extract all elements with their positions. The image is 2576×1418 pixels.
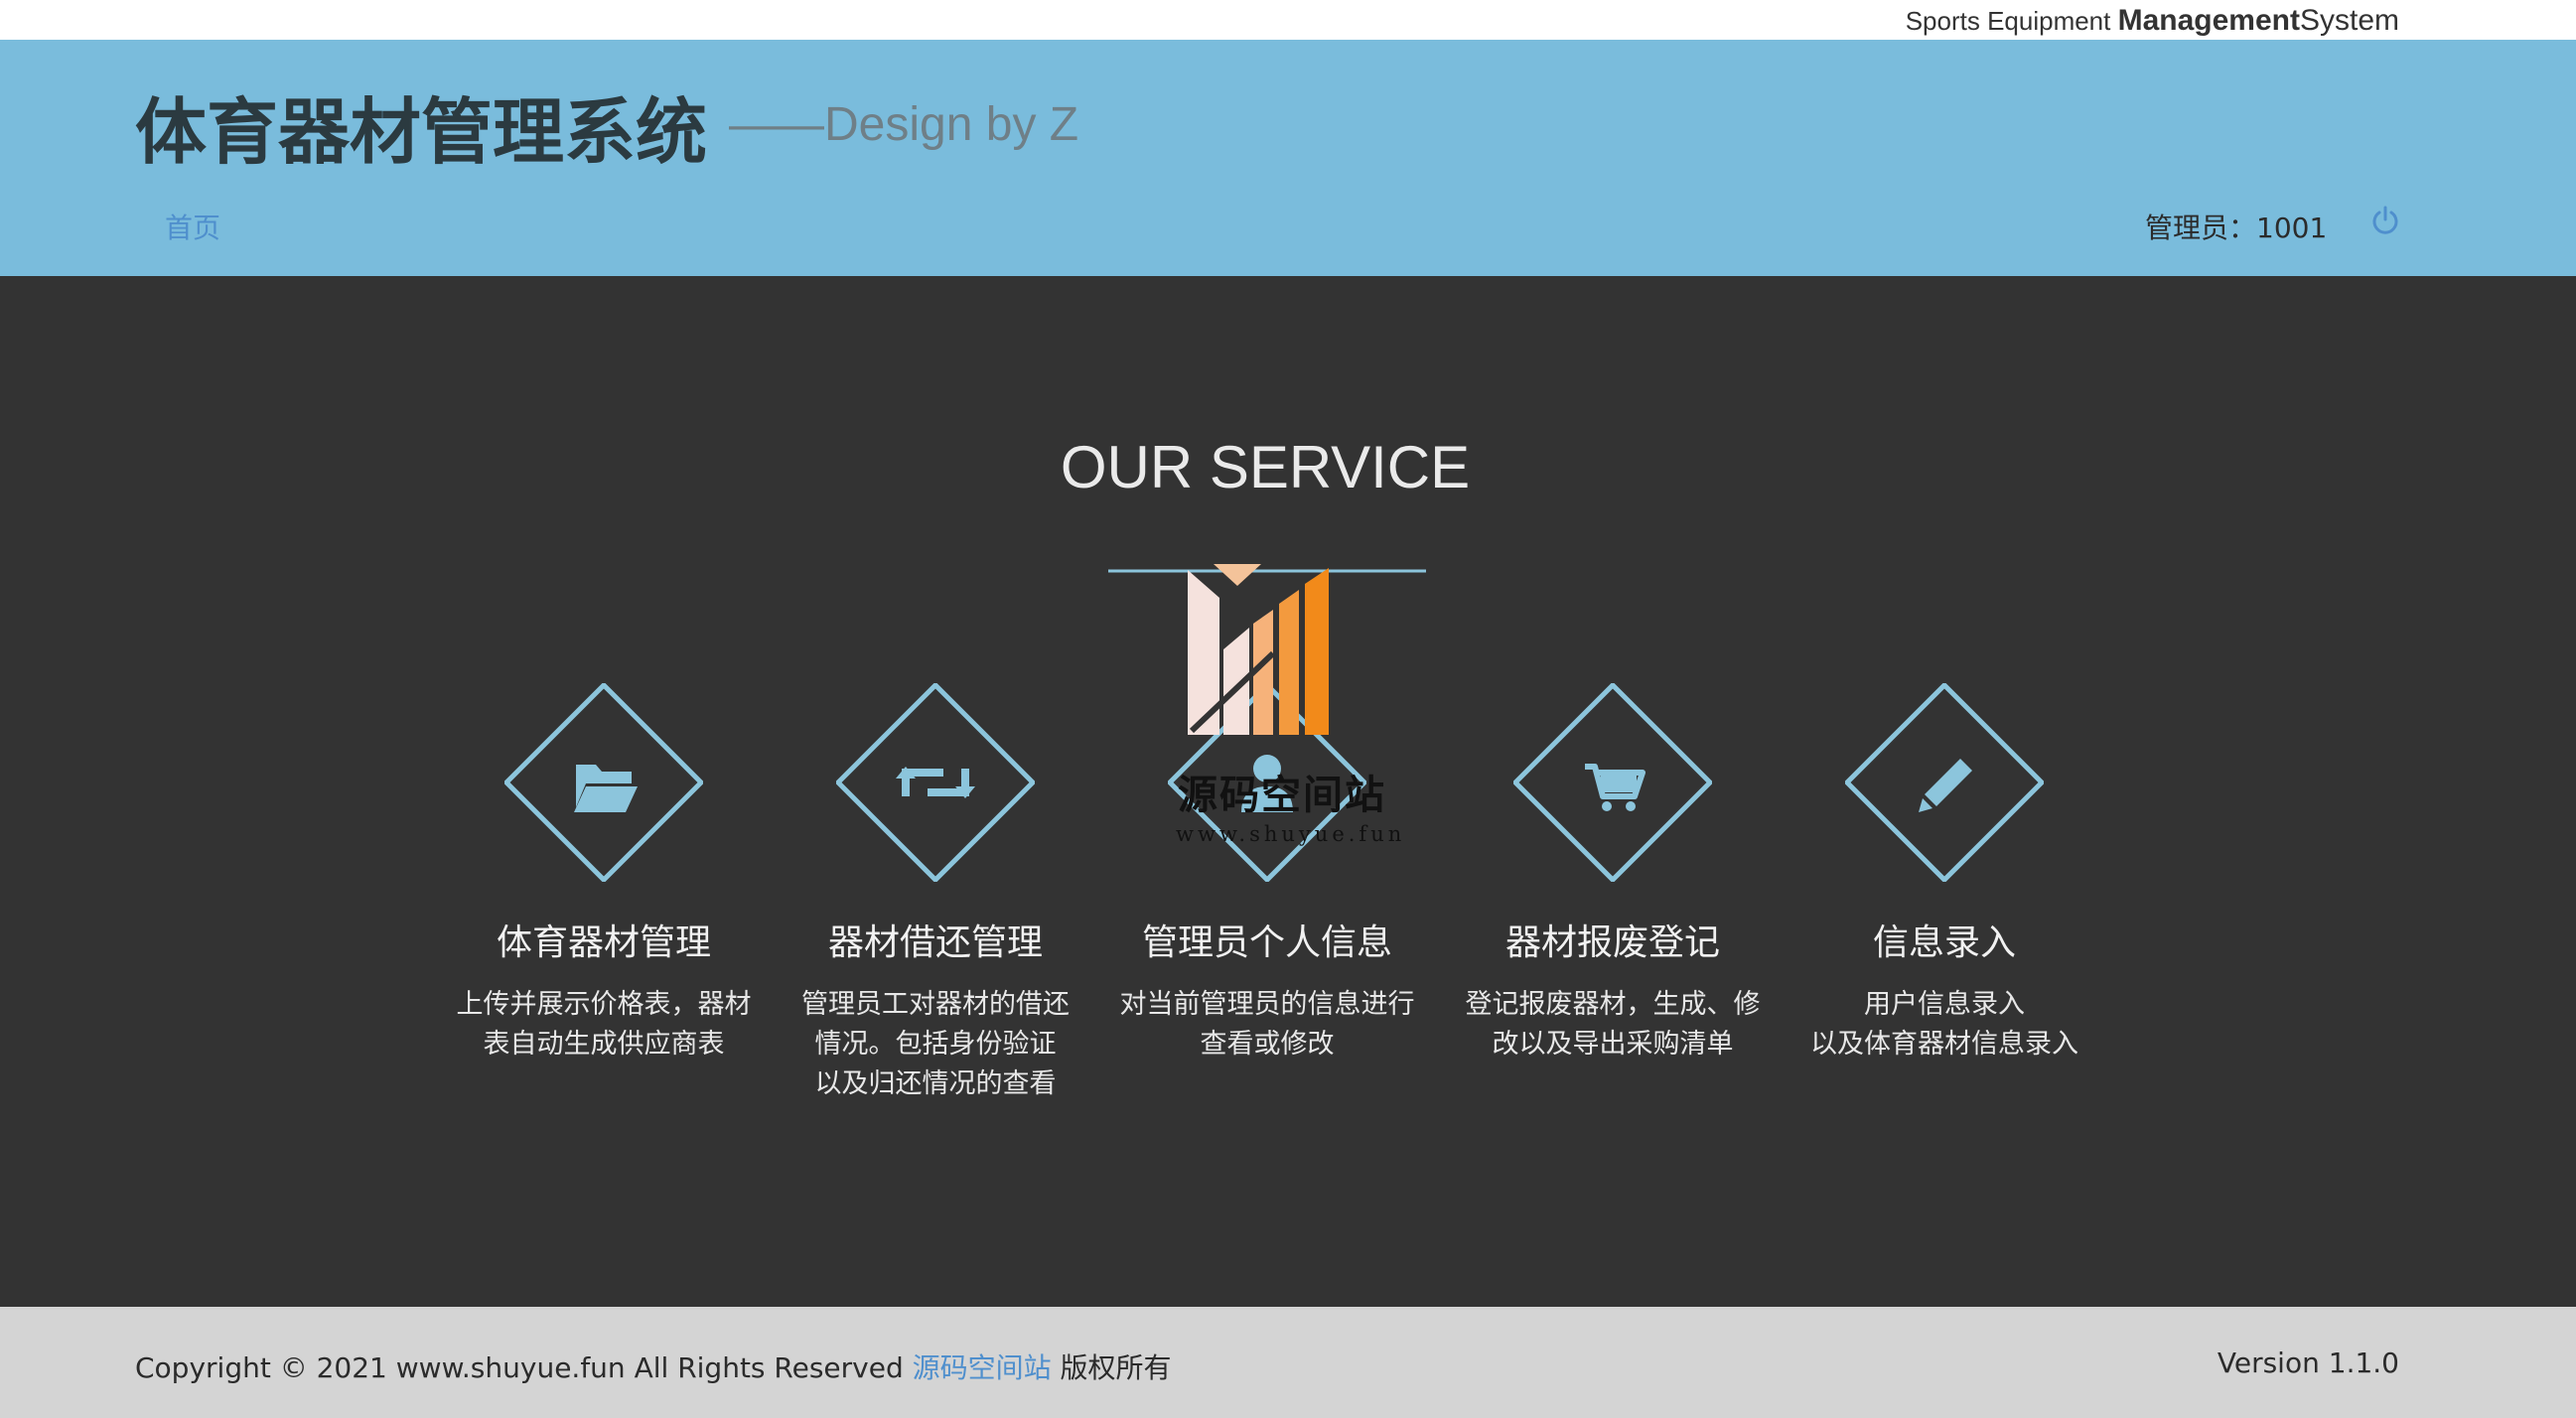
- service-card-scrap-register[interactable]: 器材报废登记 登记报废器材，生成、修 改以及导出采购清单: [1444, 683, 1782, 1064]
- admin-info: 管理员：1001: [2145, 207, 2327, 246]
- page-header: 体育器材管理系统 ——Design by Z 首页 管理员：1001: [0, 40, 2576, 276]
- version-label: Version: [2217, 1347, 2329, 1379]
- app-subtitle: ——Design by Z: [729, 98, 1079, 151]
- desc-line: 查看或修改: [1200, 1029, 1335, 1060]
- copyright-text: Copyright © 2021 www.shuyue.fun All Righ…: [135, 1347, 1172, 1386]
- service-name: 器材借还管理: [827, 922, 1043, 963]
- desc-line: 上传并展示价格表，器材: [456, 989, 752, 1020]
- service-card-equipment[interactable]: 体育器材管理 上传并展示价格表，器材 表自动生成供应商表: [435, 683, 773, 1064]
- desc-line: 登记报废器材，生成、修: [1465, 989, 1761, 1020]
- service-description: 对当前管理员的信息进行 查看或修改: [1098, 985, 1436, 1064]
- brand-suffix: System: [2299, 4, 2399, 37]
- site-name-link[interactable]: 源码空间站: [913, 1351, 1052, 1384]
- services-section: OUR SERVICE 体育器材管理 上传并展示价格表，器材 表自动生成供应商表: [0, 276, 2576, 1307]
- service-icon-badge: [1513, 683, 1712, 882]
- service-icon-badge: [1168, 683, 1366, 882]
- service-icon-badge: [1845, 683, 2044, 882]
- brand-strong: Management: [2117, 4, 2300, 37]
- section-heading: OUR SERVICE: [1060, 434, 1471, 500]
- service-name: 器材报废登记: [1504, 922, 1720, 963]
- page-footer: Copyright © 2021 www.shuyue.fun All Righ…: [0, 1307, 2576, 1418]
- version-info: Version 1.1.0: [2218, 1347, 2399, 1379]
- desc-line: 管理员工对器材的借还: [801, 989, 1070, 1020]
- service-description: 用户信息录入 以及体育器材信息录入: [1776, 985, 2113, 1064]
- desc-line: 改以及导出采购清单: [1492, 1029, 1734, 1060]
- copyright-rights: 版权所有: [1051, 1351, 1172, 1384]
- service-card-admin-profile[interactable]: 管理员个人信息 对当前管理员的信息进行 查看或修改: [1098, 683, 1436, 1064]
- desc-line: 表自动生成供应商表: [483, 1029, 725, 1060]
- app-title: 体育器材管理系统: [135, 90, 708, 174]
- desc-line: 以及体育器材信息录入: [1810, 1029, 2078, 1060]
- service-name: 信息录入: [1872, 922, 2016, 963]
- logout-button[interactable]: [2369, 205, 2401, 236]
- user-icon: [1241, 755, 1293, 812]
- nav-home-link[interactable]: 首页: [165, 207, 220, 246]
- service-description: 登记报废器材，生成、修 改以及导出采购清单: [1444, 985, 1782, 1064]
- desc-line: 对当前管理员的信息进行: [1119, 989, 1415, 1020]
- folder-open-icon: [574, 765, 638, 812]
- desc-line: 以及归还情况的查看: [814, 1068, 1057, 1099]
- service-card-borrow-return[interactable]: 器材借还管理 管理员工对器材的借还 情况。包括身份验证 以及归还情况的查看: [767, 683, 1104, 1104]
- service-description: 上传并展示价格表，器材 表自动生成供应商表: [435, 985, 773, 1064]
- brand-tagline: Sports Equipment ManagementSystem: [1906, 4, 2399, 38]
- brand-prefix: Sports Equipment: [1905, 6, 2118, 36]
- top-strip: Sports Equipment ManagementSystem: [0, 0, 2576, 40]
- shopping-cart-icon: [1585, 764, 1646, 811]
- desc-line: 情况。包括身份验证: [814, 1029, 1057, 1060]
- version-value: 1.1.0: [2328, 1347, 2399, 1379]
- service-card-data-entry[interactable]: 信息录入 用户信息录入 以及体育器材信息录入: [1776, 683, 2113, 1064]
- retweet-icon: [896, 767, 975, 798]
- service-icon-badge: [504, 683, 703, 882]
- pencil-icon: [1919, 759, 1972, 812]
- power-icon: [2372, 206, 2398, 234]
- service-name: 体育器材管理: [496, 922, 711, 963]
- service-icon-badge: [836, 683, 1035, 882]
- admin-id: 1001: [2256, 212, 2328, 244]
- admin-label: 管理员：: [2145, 212, 2257, 244]
- service-description: 管理员工对器材的借还 情况。包括身份验证 以及归还情况的查看: [767, 985, 1104, 1104]
- desc-line: 用户信息录入: [1864, 989, 2025, 1020]
- copyright-prefix: Copyright © 2021 www.shuyue.fun All Righ…: [135, 1351, 913, 1384]
- service-name: 管理员个人信息: [1141, 922, 1392, 963]
